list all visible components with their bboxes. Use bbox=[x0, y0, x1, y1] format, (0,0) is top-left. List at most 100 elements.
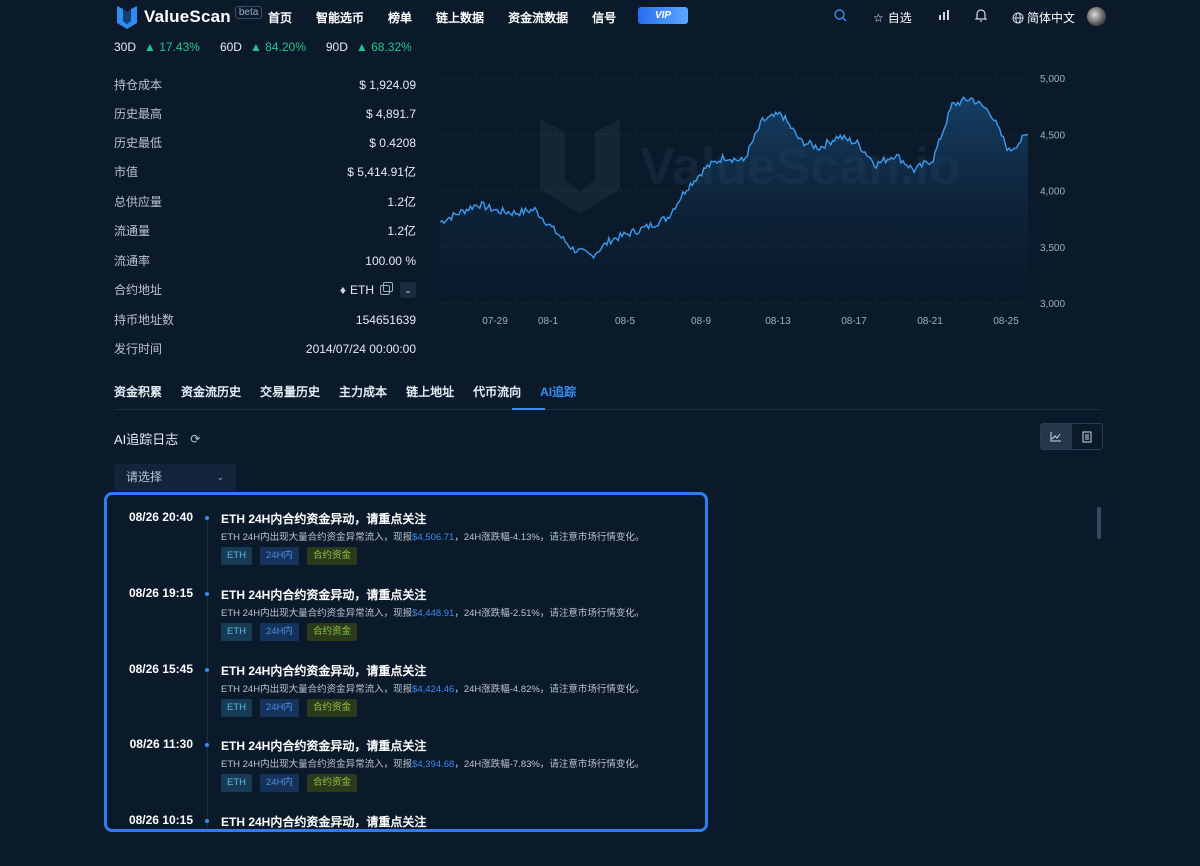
nav-link-ranking[interactable]: 榜单 bbox=[388, 9, 412, 26]
nav-link-home[interactable]: 首页 bbox=[268, 9, 292, 26]
avatar[interactable] bbox=[1087, 7, 1106, 26]
tab-onchain-address[interactable]: 链上地址 bbox=[406, 383, 454, 400]
log-time: 08/26 15:45 bbox=[128, 662, 193, 676]
tab-fund-flow-history[interactable]: 资金流历史 bbox=[181, 383, 241, 400]
chart-area bbox=[440, 97, 1028, 303]
price-chart[interactable]: ValueScan.io 5,0004,5004,0003,5003,000 0… bbox=[440, 64, 1080, 334]
refresh-icon[interactable]: ⟳ bbox=[190, 432, 200, 446]
stat-ath: 历史最高 $ 4,891.7 bbox=[114, 106, 416, 122]
notification-button[interactable] bbox=[975, 9, 987, 22]
list-view-button[interactable] bbox=[1072, 424, 1103, 449]
log-price: $4,424.46 bbox=[412, 684, 455, 695]
stat-total-supply: 总供应量 1.2亿 bbox=[114, 195, 416, 209]
tab-ai-tracking[interactable]: AI追踪 bbox=[540, 383, 576, 400]
x-tick-label: 08-9 bbox=[691, 316, 711, 327]
tab-token-flow[interactable]: 代币流向 bbox=[473, 383, 521, 400]
stat-holding-cost: 持仓成本 $ 1,924.09 bbox=[114, 77, 416, 93]
document-icon bbox=[1082, 431, 1092, 442]
bell-icon bbox=[975, 9, 987, 22]
chevron-down-icon: ⌄ bbox=[216, 472, 224, 482]
star-icon: ☆ bbox=[873, 10, 884, 25]
filter-select[interactable]: 请选择 ⌄ bbox=[114, 464, 236, 491]
log-time: 08/26 11:30 bbox=[129, 737, 193, 751]
tab-main-cost[interactable]: 主力成本 bbox=[339, 383, 387, 400]
log-desc: ETH 24H内出现大量合约资金异常流入，现报$4,424.46，24H涨跌幅-… bbox=[221, 684, 645, 695]
tag-coin[interactable]: ETH bbox=[221, 623, 252, 641]
y-tick-label: 3,500 bbox=[1040, 243, 1065, 254]
nav-link-onchain[interactable]: 链上数据 bbox=[436, 9, 484, 26]
stat-market-cap: 市值 $ 5,414.91亿 bbox=[114, 165, 416, 179]
tag-type[interactable]: 合约资金 bbox=[306, 699, 357, 717]
tag-type[interactable]: 合约资金 bbox=[306, 623, 357, 641]
language-label: 简体中文 bbox=[1027, 11, 1076, 25]
nav-links: 首页 智能选币 榜单 链上数据 资金流数据 信号 bbox=[268, 9, 640, 26]
log-time: 08/26 10:15 bbox=[128, 813, 193, 827]
log-time: 08/26 19:15 bbox=[128, 586, 193, 600]
logo[interactable]: ValueScan beta bbox=[116, 4, 263, 30]
globe-icon bbox=[1012, 12, 1024, 23]
timeline-dot bbox=[205, 819, 209, 823]
log-desc: ETH 24H内出现大量合约资金异常流入，现报$4,506.71，24H涨跌幅-… bbox=[221, 532, 645, 543]
tag-period[interactable]: 24H内 bbox=[260, 774, 299, 792]
vip-badge[interactable]: VIP bbox=[638, 7, 688, 24]
nav-link-signal[interactable]: 信号 bbox=[592, 9, 616, 26]
tag-period[interactable]: 24H内 bbox=[260, 547, 299, 565]
search-button[interactable] bbox=[834, 9, 847, 22]
timeline-dot bbox=[205, 668, 209, 672]
nav-link-smart-pick[interactable]: 智能选币 bbox=[316, 9, 364, 26]
stat-circulation-rate: 流通率 100.00 % bbox=[114, 253, 416, 269]
perf-60d: 60D ▲ 84.20% bbox=[219, 40, 306, 54]
timeline-dot bbox=[205, 592, 209, 596]
top-nav: ValueScan beta 首页 智能选币 榜单 链上数据 资金流数据 信号 … bbox=[0, 0, 1200, 34]
stat-contract-address: 合约地址 ♦ ETH ⌄ bbox=[114, 281, 416, 298]
tag-type[interactable]: 合约资金 bbox=[306, 774, 357, 792]
tag-coin[interactable]: ETH bbox=[221, 699, 252, 717]
nav-link-fundflow[interactable]: 资金流数据 bbox=[508, 9, 568, 26]
eth-icon: ♦ bbox=[339, 282, 346, 297]
watchlist-button[interactable]: ☆ 自选 bbox=[873, 9, 912, 26]
copy-icon[interactable] bbox=[380, 281, 393, 295]
watchlist-label: 自选 bbox=[887, 11, 912, 25]
tag-type[interactable]: 合约资金 bbox=[306, 547, 357, 565]
valuescan-logo-icon bbox=[117, 6, 137, 29]
log-title: ETH 24H内合约资金异动，请重点关注 bbox=[221, 664, 427, 678]
y-tick-label: 5,000 bbox=[1040, 74, 1065, 85]
y-tick-label: 4,000 bbox=[1040, 187, 1065, 198]
search-icon bbox=[834, 9, 847, 22]
log-title: ETH 24H内合约资金异动，请重点关注 bbox=[221, 739, 427, 753]
perf-90d: 90D ▲ 68.32% bbox=[325, 40, 412, 54]
tag-period[interactable]: 24H内 bbox=[260, 623, 299, 641]
x-tick-label: 08-1 bbox=[538, 316, 558, 327]
tab-fund-accumulation[interactable]: 资金积累 bbox=[114, 383, 162, 400]
chart-view-button[interactable] bbox=[1041, 424, 1072, 449]
log-tags: ETH 24H内 合约资金 bbox=[221, 774, 365, 792]
bar-chart-icon bbox=[939, 10, 949, 20]
log-desc: ETH 24H内出现大量合约资金异常流入，现报$4,448.91，24H涨跌幅-… bbox=[221, 608, 645, 619]
chevron-down-icon[interactable]: ⌄ bbox=[400, 281, 416, 298]
log-tags: ETH 24H内 合约资金 bbox=[221, 547, 365, 565]
select-placeholder: 请选择 bbox=[126, 470, 163, 484]
beta-badge: beta bbox=[234, 5, 263, 19]
contract-chain: ETH bbox=[350, 282, 374, 297]
y-tick-label: 3,000 bbox=[1040, 299, 1065, 310]
x-tick-label: 08-17 bbox=[841, 316, 867, 327]
y-axis-ticks: 5,000 4,500 4,000 3,500 3,000 bbox=[1040, 74, 1065, 310]
tag-coin[interactable]: ETH bbox=[221, 774, 252, 792]
language-switch[interactable]: 简体中文 bbox=[1012, 9, 1075, 26]
timeline-line bbox=[207, 515, 208, 829]
tab-volume-history[interactable]: 交易量历史 bbox=[260, 383, 320, 400]
section-title: AI追踪日志 ⟳ bbox=[114, 429, 200, 448]
perf-30d: 30D ▲ 17.43% bbox=[114, 40, 200, 54]
stat-circulating: 流通量 1.2亿 bbox=[114, 224, 416, 238]
log-price: $4,506.71 bbox=[412, 532, 455, 543]
tag-period[interactable]: 24H内 bbox=[260, 699, 299, 717]
x-tick-label: 08-21 bbox=[917, 316, 943, 327]
stat-holders: 持币地址数 154651639 bbox=[114, 312, 416, 328]
section-title-text: AI追踪日志 bbox=[114, 432, 179, 447]
scrollbar-thumb[interactable] bbox=[1097, 507, 1101, 539]
x-axis-ticks: 07-29 08-1 08-5 08-9 08-13 08-17 08-21 08-25 bbox=[482, 316, 1019, 327]
tag-coin[interactable]: ETH bbox=[221, 547, 252, 565]
x-tick-label: 08-13 bbox=[765, 316, 791, 327]
ai-tracking-log: 08/26 20:40 ETH 24H内合约资金异动，请重点关注 ETH 24H… bbox=[104, 492, 708, 832]
chart-button[interactable] bbox=[938, 9, 951, 21]
